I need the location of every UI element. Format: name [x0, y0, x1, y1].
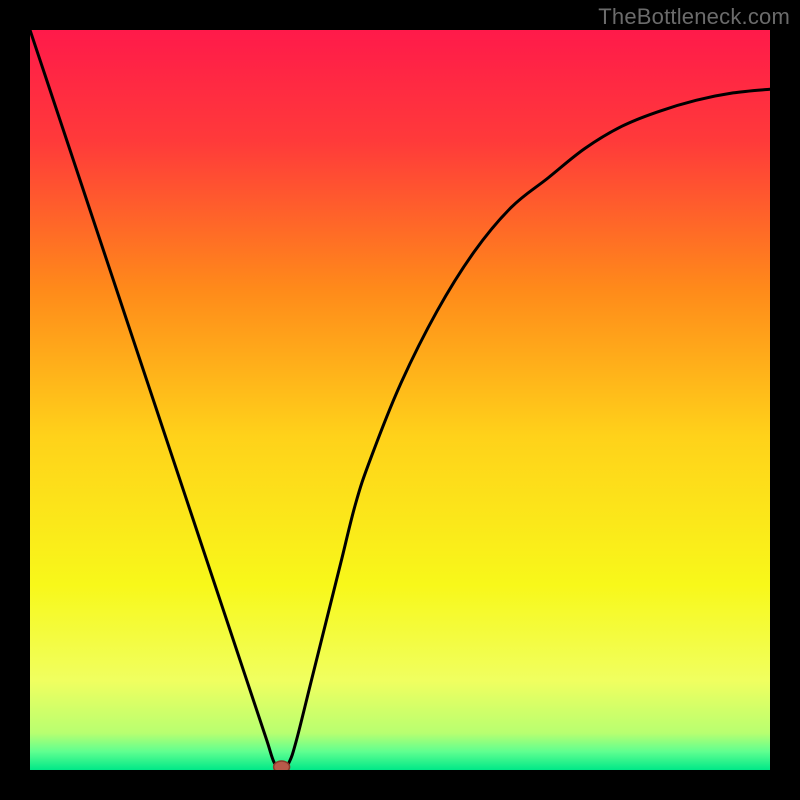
chart-container: TheBottleneck.com: [0, 0, 800, 800]
chart-svg: [30, 30, 770, 770]
minimum-marker: [274, 761, 290, 770]
watermark-text: TheBottleneck.com: [598, 4, 790, 30]
plot-area: [30, 30, 770, 770]
gradient-background: [30, 30, 770, 770]
